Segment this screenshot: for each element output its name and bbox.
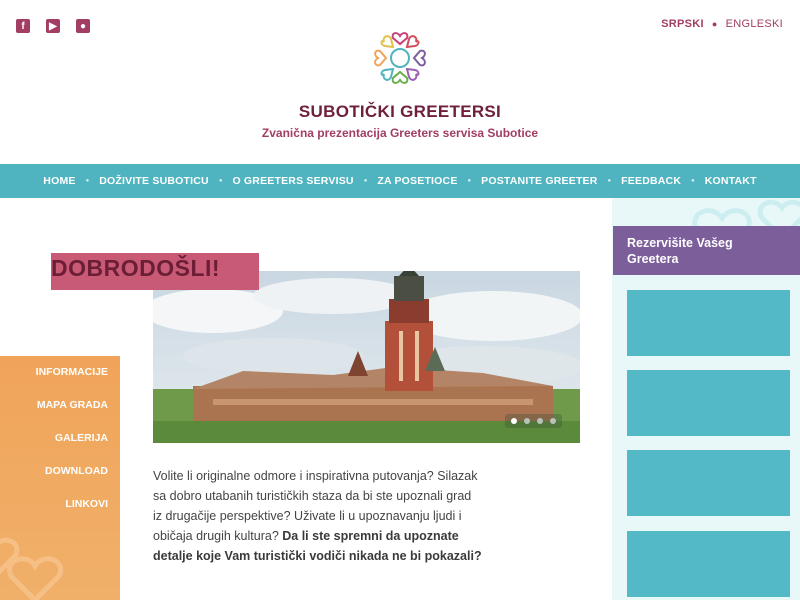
side-menu: INFORMACIJE MAPA GRADA GALERIJA DOWNLOAD… bbox=[0, 356, 120, 600]
slider-dots bbox=[505, 414, 562, 428]
lang-separator: ● bbox=[711, 19, 718, 29]
welcome-heading: DOBRODOŠLI! bbox=[51, 253, 259, 290]
sidemenu-download[interactable]: DOWNLOAD bbox=[0, 459, 120, 492]
hearts-decoration-icon bbox=[0, 537, 64, 600]
nav-separator: ● bbox=[218, 178, 223, 184]
nav-kontakt[interactable]: KONTAKT bbox=[699, 175, 763, 187]
slider-dot[interactable] bbox=[550, 418, 556, 424]
site-title: SUBOTIČKI GREETERSI bbox=[298, 102, 502, 121]
youtube-icon[interactable]: ▶ bbox=[46, 19, 60, 33]
nav-o-greeters-servisu[interactable]: O GREETERS SERVISU bbox=[226, 175, 359, 187]
nav-separator: ● bbox=[467, 178, 472, 184]
book-greeter-heading[interactable]: Rezervišite Vašeg Greetera bbox=[613, 226, 800, 275]
sidebar-tile[interactable] bbox=[627, 531, 790, 597]
sidebar-tile[interactable] bbox=[627, 370, 790, 436]
slider-dot[interactable] bbox=[524, 418, 530, 424]
facebook-icon[interactable]: f bbox=[16, 19, 30, 33]
hero-slider[interactable] bbox=[153, 271, 580, 443]
sidebar-tile[interactable] bbox=[627, 290, 790, 356]
nav-separator: ● bbox=[607, 178, 612, 184]
nav-za-posetioce[interactable]: ZA POSETIOCE bbox=[371, 175, 463, 187]
lang-srpski-link[interactable]: SRPSKI bbox=[661, 18, 704, 30]
sidemenu-galerija[interactable]: GALERIJA bbox=[0, 426, 120, 459]
sidemenu-mapa-grada[interactable]: MAPA GRADA bbox=[0, 393, 120, 426]
nav-dozivite-suboticu[interactable]: DOŽIVITE SUBOTICU bbox=[93, 175, 215, 187]
nav-separator: ● bbox=[363, 178, 368, 184]
nav-postanite-greeter[interactable]: POSTANITE GREETER bbox=[475, 175, 603, 187]
nav-home[interactable]: HOME bbox=[37, 175, 81, 187]
slider-dot[interactable] bbox=[511, 418, 517, 424]
hearts-logo-icon[interactable] bbox=[366, 24, 434, 92]
language-switcher: SRPSKI ● ENGLESKI bbox=[661, 18, 783, 30]
sidebar-tile[interactable] bbox=[627, 450, 790, 516]
social-links: f ▶ ● bbox=[16, 19, 90, 33]
sidemenu-informacije[interactable]: INFORMACIJE bbox=[0, 360, 120, 393]
slider-dot[interactable] bbox=[537, 418, 543, 424]
sidemenu-linkovi[interactable]: LINKOVI bbox=[0, 492, 120, 525]
lang-engleski-link[interactable]: ENGLESKI bbox=[726, 18, 783, 30]
nav-separator: ● bbox=[691, 178, 695, 184]
nav-separator: ● bbox=[85, 178, 90, 184]
intro-text: Volite li originalne odmore i inspirativ… bbox=[153, 466, 483, 566]
site-subtitle: Zvanična prezentacija Greeters servisa S… bbox=[261, 126, 539, 140]
main-nav: HOME ● DOŽIVITE SUBOTICU ● O GREETERS SE… bbox=[0, 164, 800, 198]
nav-feedback[interactable]: FEEDBACK bbox=[615, 175, 687, 187]
flickr-icon[interactable]: ● bbox=[76, 19, 90, 33]
